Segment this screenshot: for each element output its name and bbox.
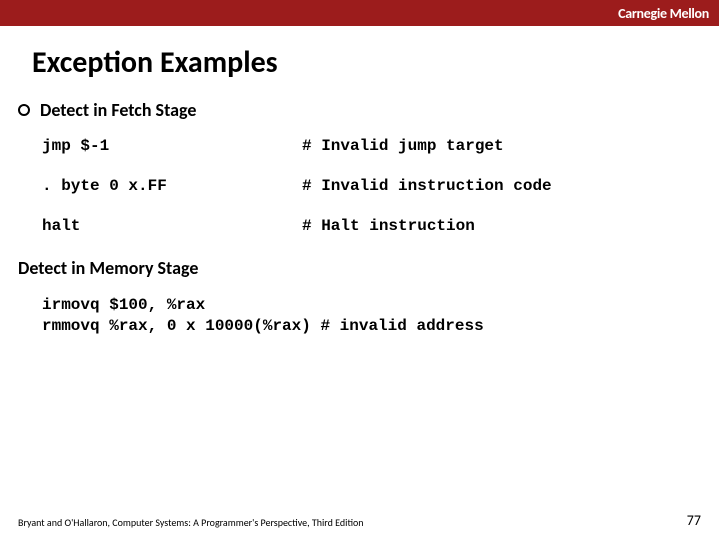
header-brand: Carnegie Mellon (618, 5, 709, 22)
header-bar: Carnegie Mellon (0, 0, 719, 26)
code-comment: # Halt instruction (302, 217, 475, 235)
code-row: . byte 0 x.FF # Invalid instruction code (42, 177, 662, 195)
footer: Bryant and O'Hallaron, Computer Systems:… (18, 512, 701, 529)
code-comment: # Invalid jump target (302, 137, 504, 155)
code-instruction: halt (42, 217, 302, 235)
section-1-heading: Detect in Fetch Stage (40, 99, 196, 121)
slide-title: Exception Examples (32, 44, 719, 81)
code-instruction: . byte 0 x.FF (42, 177, 302, 195)
code-instruction: jmp $-1 (42, 137, 302, 155)
section-1-heading-row: Detect in Fetch Stage (18, 99, 719, 121)
code-comment: # Invalid instruction code (302, 177, 552, 195)
code-row: halt # Halt instruction (42, 217, 662, 235)
code-block-memory: irmovq $100, %rax rmmovq %rax, 0 x 10000… (42, 295, 719, 337)
footer-citation: Bryant and O'Hallaron, Computer Systems:… (18, 516, 364, 529)
code-row: jmp $-1 # Invalid jump target (42, 137, 662, 155)
footer-page-number: 77 (687, 512, 701, 529)
section-2-heading: Detect in Memory Stage (18, 257, 719, 279)
code-table-fetch: jmp $-1 # Invalid jump target . byte 0 x… (42, 137, 662, 235)
bullet-icon (18, 104, 30, 116)
